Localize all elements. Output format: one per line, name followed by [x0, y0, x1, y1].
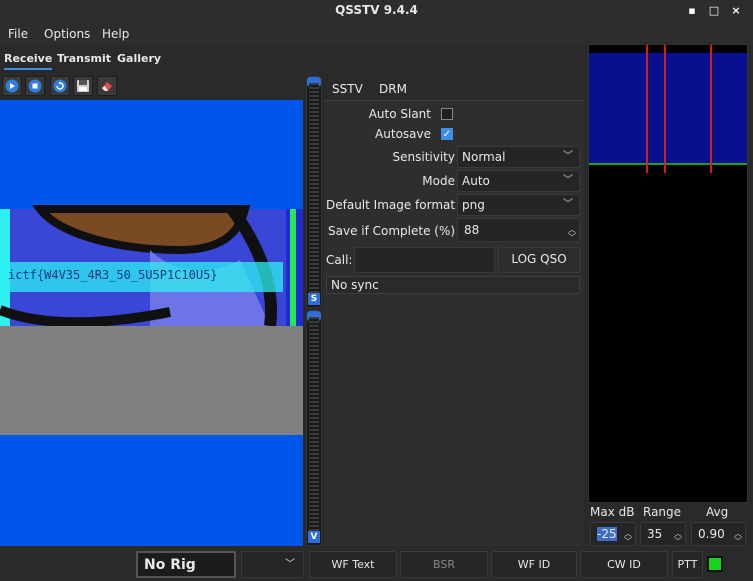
- slider-groove: [309, 83, 319, 301]
- avg-spinbox[interactable]: 0.90 ︿ ﹀: [691, 522, 746, 546]
- call-label: Call:: [326, 253, 353, 267]
- chevron-down-icon: ﹀: [563, 175, 573, 186]
- sstv-settings-panel: Auto Slant Autosave ✓ Sensitivity Normal…: [324, 100, 584, 546]
- tab-receive[interactable]: Receive: [4, 52, 53, 70]
- marker-line: [646, 45, 648, 173]
- spin-down-icon[interactable]: ﹀: [568, 227, 576, 249]
- menu-options[interactable]: Options: [44, 27, 90, 41]
- tab-drm[interactable]: DRM: [379, 82, 407, 96]
- main-tabs: Receive Transmit Gallery: [0, 46, 320, 70]
- slider-mark-s: S: [308, 293, 320, 305]
- cw-id-button[interactable]: CW ID: [580, 551, 668, 578]
- ptt-button[interactable]: PTT: [672, 551, 703, 578]
- autosave-label: Autosave: [375, 127, 431, 141]
- play-button[interactable]: [2, 76, 22, 96]
- spin-down-icon[interactable]: ﹀: [734, 531, 742, 545]
- squelch-slider[interactable]: S: [306, 76, 322, 308]
- max-db-value: -25: [597, 527, 617, 541]
- rig-status: No Rig: [136, 551, 236, 578]
- close-button[interactable]: ×: [728, 3, 744, 19]
- refresh-icon: [53, 79, 67, 93]
- save-button[interactable]: [73, 76, 93, 96]
- stop-button[interactable]: [25, 76, 45, 96]
- mode-value: Auto: [462, 174, 490, 188]
- sync-status: No sync: [326, 276, 580, 294]
- sensitivity-select[interactable]: Normal ﹀: [457, 146, 580, 168]
- stop-icon: [28, 79, 42, 93]
- save-complete-spinbox[interactable]: 88 ︿ ﹀: [457, 218, 580, 242]
- maximize-button[interactable]: □: [706, 3, 722, 19]
- wf-text-button[interactable]: WF Text: [309, 551, 397, 578]
- erase-icon: [102, 82, 112, 91]
- image-overlay-text: ictf{W4V35_4R3_50_5U5P1C10U5}: [8, 268, 218, 282]
- avg-label: Avg: [706, 505, 729, 519]
- marker-line: [710, 45, 712, 173]
- log-qso-button[interactable]: LOG QSO: [498, 247, 580, 273]
- spectrum-baseline: [589, 163, 747, 165]
- save-complete-label: Save if Complete (%): [328, 224, 456, 238]
- chevron-down-icon: ﹀: [563, 151, 573, 162]
- chevron-down-icon: ﹀: [285, 559, 295, 570]
- minimize-button[interactable]: ▪: [684, 3, 700, 19]
- max-db-label: Max dB: [590, 505, 635, 519]
- range-value: 35: [647, 527, 663, 541]
- mode-tabs: SSTV DRM: [324, 76, 584, 102]
- slider-groove-2: [309, 317, 319, 539]
- call-input[interactable]: [354, 247, 495, 273]
- waterfall-display[interactable]: [588, 44, 748, 503]
- menu-help[interactable]: Help: [102, 27, 129, 41]
- format-value: png: [462, 198, 485, 212]
- play-icon: [5, 79, 19, 93]
- status-bar: No Rig ﹀ WF Text BSR WF ID CW ID PTT: [0, 547, 753, 581]
- tab-gallery[interactable]: Gallery: [117, 52, 161, 65]
- slider-mark-v: V: [308, 531, 320, 543]
- erase-button[interactable]: [97, 76, 117, 96]
- auto-slant-checkbox[interactable]: [441, 108, 453, 120]
- spectrum-area: [589, 53, 747, 165]
- max-db-spinbox[interactable]: -25 ︿ ﹀: [590, 522, 636, 546]
- marker-line: [664, 45, 666, 173]
- avg-value: 0.90: [698, 527, 725, 541]
- range-spinbox[interactable]: 35 ︿ ﹀: [640, 522, 686, 546]
- menu-bar: File Options Help: [0, 22, 753, 46]
- chevron-down-icon: ﹀: [563, 199, 573, 210]
- volume-slider[interactable]: V: [306, 310, 322, 546]
- title-bar: QSSTV 9.4.4 ▪ □ ×: [0, 0, 753, 22]
- sensitivity-value: Normal: [462, 150, 506, 164]
- mode-label: Mode: [422, 174, 455, 188]
- window-title: QSSTV 9.4.4: [335, 3, 418, 17]
- received-image: ictf{W4V35_4R3_50_5U5P1C10U5}: [0, 100, 303, 546]
- refresh-button[interactable]: [50, 76, 70, 96]
- autosave-checkbox[interactable]: ✓: [441, 128, 453, 140]
- save-icon: [77, 80, 89, 92]
- range-label: Range: [643, 505, 682, 519]
- save-complete-value: 88: [464, 223, 480, 237]
- sensitivity-label: Sensitivity: [392, 150, 455, 164]
- tab-sstv[interactable]: SSTV: [332, 82, 363, 102]
- tab-transmit[interactable]: Transmit: [57, 52, 111, 65]
- mode-select[interactable]: Auto ﹀: [457, 170, 580, 192]
- wf-id-button[interactable]: WF ID: [491, 551, 577, 578]
- format-select[interactable]: png ﹀: [457, 194, 580, 216]
- format-label: Default Image format: [326, 198, 456, 212]
- auto-slant-label: Auto Slant: [368, 107, 431, 121]
- bsr-button[interactable]: BSR: [400, 551, 488, 578]
- rig-select[interactable]: ﹀: [241, 551, 304, 578]
- decoded-picture: [0, 100, 303, 546]
- ptt-indicator: [707, 556, 723, 572]
- menu-file[interactable]: File: [8, 27, 28, 41]
